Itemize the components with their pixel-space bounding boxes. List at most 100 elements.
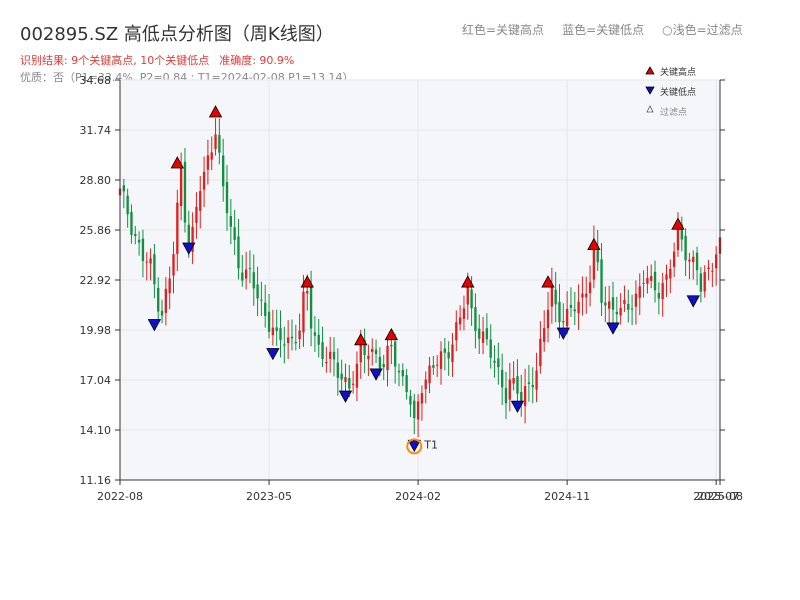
candle-body — [485, 328, 489, 340]
candle-body — [176, 202, 179, 254]
candle-body — [661, 283, 664, 300]
candle-body — [371, 348, 374, 353]
y-tick-label: 28.80 — [80, 174, 112, 187]
candle-body — [302, 291, 305, 333]
candle-body — [470, 289, 473, 309]
candle-body — [149, 258, 152, 264]
candle-body — [202, 171, 206, 190]
candle-body — [137, 239, 141, 243]
candle-body — [512, 377, 515, 384]
candle-body — [309, 287, 313, 329]
candle-body — [141, 238, 145, 262]
candle-body — [336, 362, 340, 378]
candle-body — [558, 301, 561, 323]
y-tick-label: 34.68 — [80, 74, 112, 87]
candle-body — [634, 293, 638, 307]
candle-body — [233, 227, 236, 240]
candle-body — [497, 358, 500, 368]
candle-body — [218, 134, 221, 153]
candle-body — [248, 268, 252, 270]
candle-body — [157, 287, 160, 312]
candle-body — [692, 256, 695, 263]
y-tick-label: 11.16 — [80, 474, 112, 487]
candle-body — [351, 383, 355, 385]
candle-body — [569, 304, 573, 308]
candle-body — [695, 252, 699, 271]
t1-label: T1 — [423, 438, 438, 451]
candle-body — [653, 271, 657, 291]
candle-body — [489, 339, 492, 358]
x-tick-label: 2025-08 — [697, 490, 743, 503]
candle-body — [615, 311, 618, 315]
candle-body — [520, 391, 523, 403]
candle-body — [390, 344, 393, 347]
candle-body — [256, 284, 259, 299]
candle-body — [386, 346, 389, 371]
candle-body — [420, 393, 424, 404]
candle-body — [699, 273, 703, 292]
candle-body — [401, 370, 404, 377]
legend-filtered-label: 过滤点 — [660, 106, 687, 118]
x-tick-label: 2022-08 — [97, 490, 143, 503]
candle-body — [585, 293, 588, 298]
candle-body — [638, 286, 641, 298]
candle-body — [222, 155, 225, 187]
candle-body — [543, 328, 546, 342]
candle-body — [210, 152, 213, 160]
candle-body — [122, 185, 125, 192]
candle-body — [715, 254, 718, 269]
candle-body — [355, 363, 359, 388]
candle-body — [413, 400, 416, 419]
candle-body — [443, 348, 447, 353]
candle-body — [286, 337, 290, 343]
candle-body — [432, 365, 435, 368]
candle-body — [646, 277, 649, 284]
candle-body — [462, 308, 466, 319]
candle-body — [313, 332, 317, 336]
candle-body — [573, 309, 576, 312]
candle-body — [183, 161, 187, 223]
candle-body — [707, 267, 710, 270]
candle-body — [539, 338, 542, 367]
candle-body — [474, 307, 477, 331]
candle-body — [275, 327, 278, 332]
candle-body — [409, 395, 412, 405]
candle-body — [271, 327, 275, 336]
candle-body — [325, 362, 328, 364]
candle-body — [367, 355, 370, 360]
candle-body — [321, 342, 324, 360]
candle-body — [134, 233, 137, 237]
candle-body — [481, 331, 485, 343]
candle-body — [229, 216, 233, 227]
candle-body — [669, 268, 672, 279]
candle-body — [523, 386, 527, 407]
candle-body — [607, 301, 611, 309]
candle-body — [252, 272, 255, 289]
candle-body — [267, 311, 271, 332]
candle-body — [546, 309, 550, 329]
candle-body — [508, 379, 511, 400]
candle-body — [650, 276, 653, 281]
candle-body — [577, 301, 580, 314]
candle-body — [145, 261, 148, 263]
x-tick-label: 2024-02 — [395, 490, 441, 503]
y-tick-label: 25.86 — [80, 224, 112, 237]
candle-body — [199, 191, 202, 211]
candle-body — [611, 297, 615, 310]
y-tick-label: 22.92 — [80, 274, 112, 287]
candle-body — [627, 303, 630, 310]
candle-body — [397, 370, 401, 373]
candle-body — [623, 299, 626, 304]
candle-body — [500, 369, 504, 388]
candle-body — [531, 384, 534, 388]
candle-body — [378, 356, 382, 369]
legend-high-label: 关键高点 — [660, 66, 696, 78]
candle-body — [290, 336, 294, 339]
candle-body — [172, 254, 175, 276]
candle-body — [332, 351, 336, 360]
candle-body — [214, 134, 217, 149]
candle-body — [478, 328, 481, 339]
candle-body — [168, 278, 171, 294]
candle-body — [550, 285, 554, 307]
candle-body — [527, 382, 531, 384]
